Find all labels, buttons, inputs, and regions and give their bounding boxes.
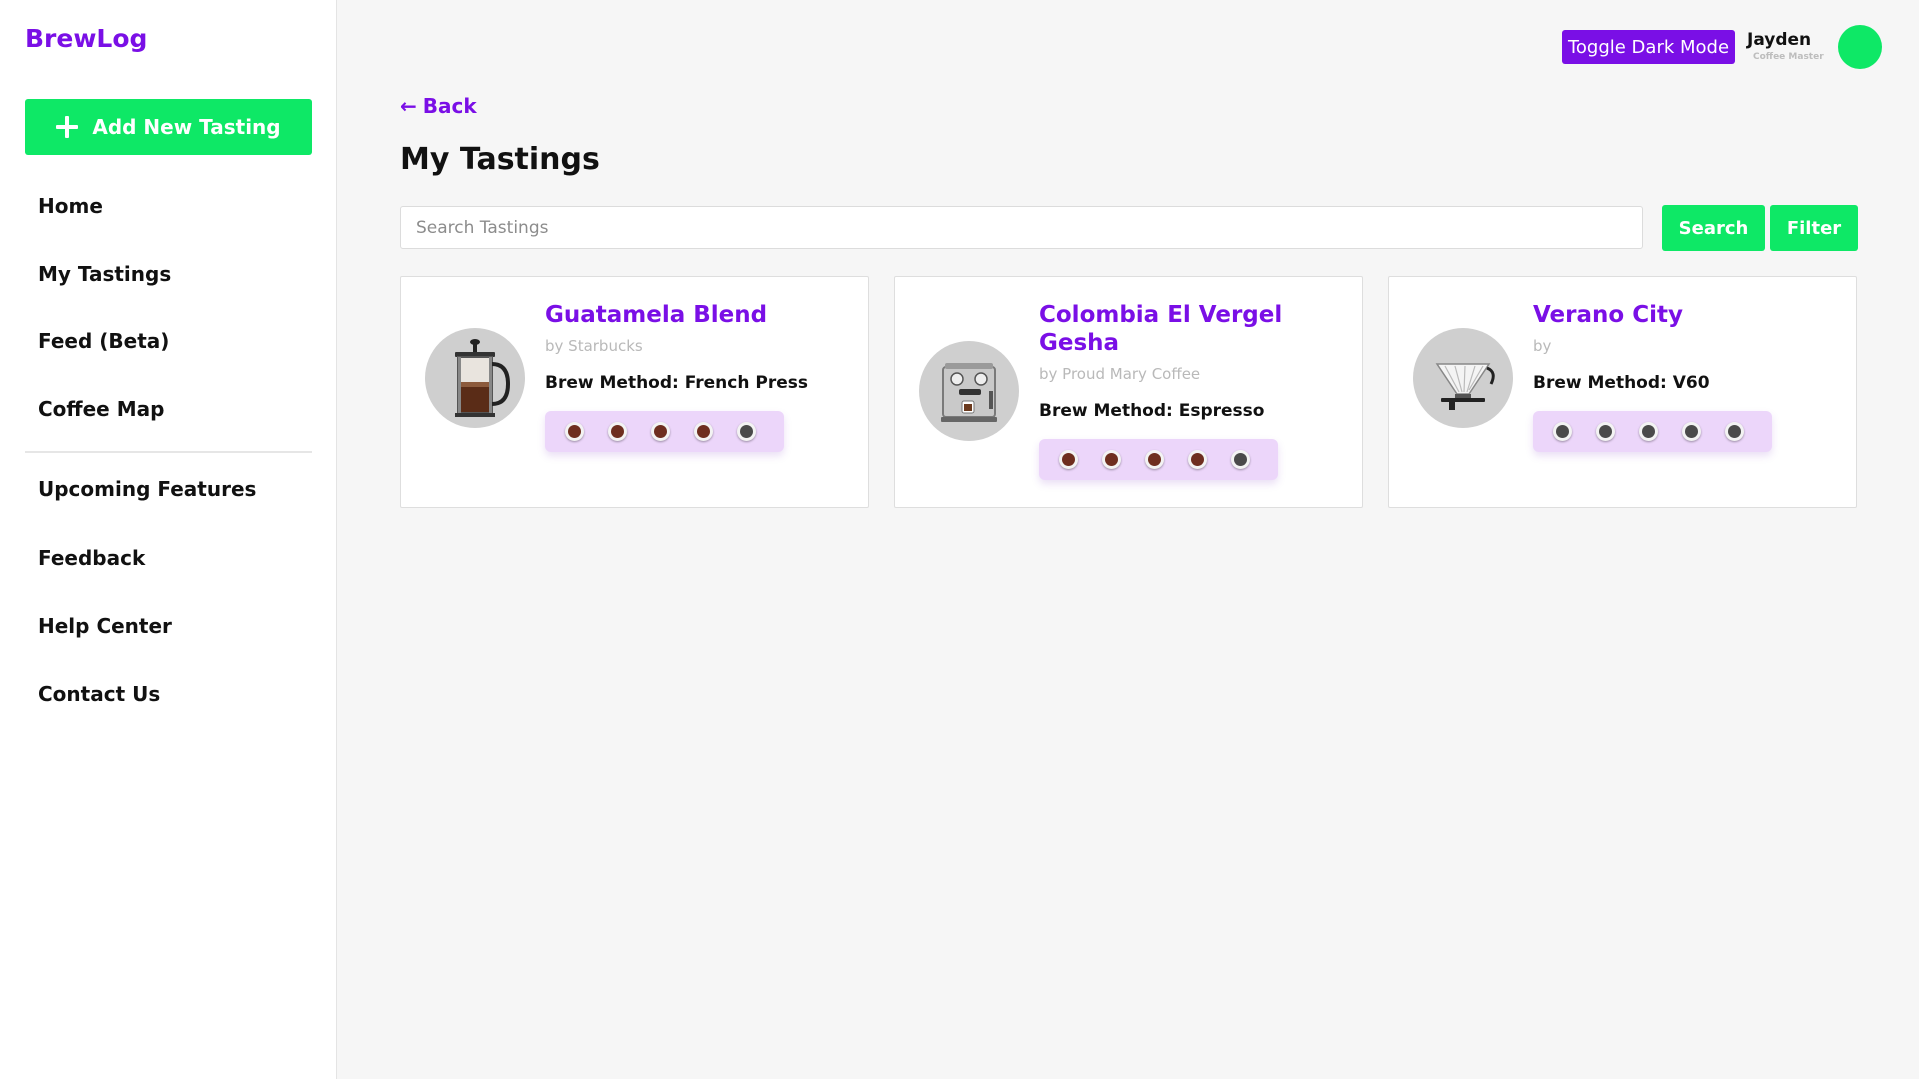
- sidebar-item-contact-us[interactable]: Contact Us: [38, 682, 160, 706]
- coffee-cup-icon: [1596, 422, 1615, 441]
- rating-cups: [545, 411, 784, 452]
- coffee-cup-icon: [1188, 450, 1207, 469]
- rating-cups: [1533, 411, 1772, 452]
- add-new-tasting-label: Add New Tasting: [92, 115, 281, 139]
- sidebar-item-feedback[interactable]: Feedback: [38, 546, 145, 570]
- sidebar-item-my-tastings[interactable]: My Tastings: [38, 262, 171, 286]
- page-title: My Tastings: [400, 142, 600, 177]
- coffee-cup-icon: [1231, 450, 1250, 469]
- user-name: Jayden: [1747, 30, 1812, 50]
- sidebar: BrewLog Add New Tasting Home My Tastings…: [0, 0, 337, 1079]
- coffee-cup-icon: [1553, 422, 1572, 441]
- coffee-cup-icon: [565, 422, 584, 441]
- coffee-cup-icon: [1145, 450, 1164, 469]
- coffee-cup-icon: [737, 422, 756, 441]
- avatar[interactable]: [1838, 25, 1882, 69]
- plus-icon: [56, 116, 79, 138]
- coffee-cup-icon: [1639, 422, 1658, 441]
- coffee-cup-icon: [1059, 450, 1078, 469]
- tasting-roaster: by: [1533, 337, 1552, 355]
- back-link[interactable]: ← Back: [400, 94, 477, 118]
- tasting-brew-method: Brew Method: V60: [1533, 373, 1710, 393]
- toggle-dark-mode-button[interactable]: Toggle Dark Mode: [1562, 30, 1735, 64]
- tasting-brew-method: Brew Method: French Press: [545, 373, 808, 393]
- sidebar-item-upcoming-features[interactable]: Upcoming Features: [38, 477, 256, 501]
- tasting-title: Colombia El Vergel Gesha: [1039, 302, 1283, 356]
- coffee-cup-icon: [651, 422, 670, 441]
- coffee-cup-icon: [1725, 422, 1744, 441]
- back-label: Back: [422, 94, 477, 118]
- tasting-title: Verano City: [1533, 302, 1683, 328]
- search-input[interactable]: [400, 206, 1643, 249]
- sidebar-item-home[interactable]: Home: [38, 194, 103, 218]
- back-arrow-icon: ←: [400, 94, 417, 118]
- sidebar-item-feed[interactable]: Feed (Beta): [38, 329, 169, 353]
- tasting-title: Guatamela Blend: [545, 302, 768, 328]
- coffee-cup-icon: [608, 422, 627, 441]
- tasting-card[interactable]: Guatamela Blend by Starbucks Brew Method…: [400, 276, 869, 508]
- app-logo[interactable]: BrewLog: [25, 24, 147, 53]
- tasting-roaster: by Starbucks: [545, 337, 643, 355]
- rating-cups: [1039, 439, 1278, 480]
- coffee-cup-icon: [1682, 422, 1701, 441]
- tasting-card[interactable]: Verano City by Brew Method: V60: [1388, 276, 1857, 508]
- espresso-machine-icon: [919, 341, 1019, 441]
- sidebar-item-help-center[interactable]: Help Center: [38, 614, 172, 638]
- search-button[interactable]: Search: [1662, 205, 1765, 251]
- add-new-tasting-button[interactable]: Add New Tasting: [25, 99, 312, 155]
- sidebar-divider: [25, 451, 312, 453]
- french-press-icon: [425, 328, 525, 428]
- coffee-cup-icon: [694, 422, 713, 441]
- v60-dripper-icon: [1413, 328, 1513, 428]
- filter-button[interactable]: Filter: [1770, 205, 1858, 251]
- tasting-card[interactable]: Colombia El Vergel Gesha by Proud Mary C…: [894, 276, 1363, 508]
- sidebar-item-coffee-map[interactable]: Coffee Map: [38, 397, 164, 421]
- tasting-brew-method: Brew Method: Espresso: [1039, 401, 1265, 421]
- coffee-cup-icon: [1102, 450, 1121, 469]
- tasting-roaster: by Proud Mary Coffee: [1039, 365, 1201, 383]
- user-role: Coffee Master: [1753, 52, 1824, 62]
